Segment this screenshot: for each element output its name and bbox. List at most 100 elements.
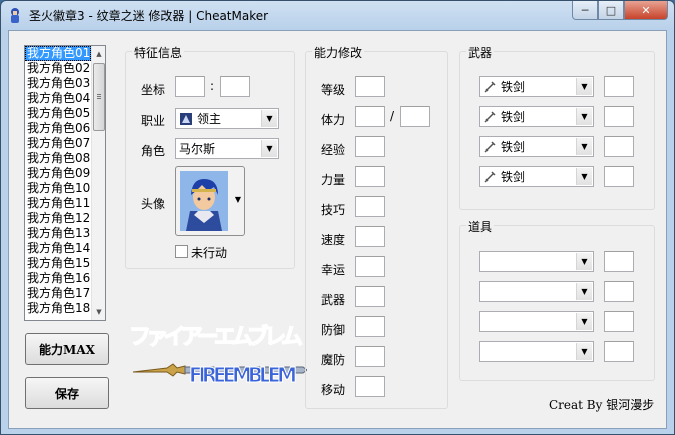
ability-input[interactable] — [355, 136, 385, 157]
item-select[interactable]: ▼ — [479, 251, 594, 272]
ability-input[interactable] — [355, 346, 385, 367]
chevron-down-icon[interactable]: ▼ — [576, 343, 592, 360]
ability-input[interactable] — [355, 376, 385, 397]
weapon-uses-input[interactable] — [604, 76, 634, 97]
ability-input[interactable] — [355, 256, 385, 277]
weapon-name: 铁剑 — [501, 110, 526, 124]
chevron-down-icon[interactable]: ▼ — [235, 195, 241, 204]
max-ability-button[interactable]: 能力MAX — [25, 333, 109, 365]
list-item[interactable]: 我方角色04 — [25, 91, 91, 106]
svg-text:FIREEMBLEM: FIREEMBLEM — [189, 363, 297, 387]
list-item[interactable]: 我方角色06 — [25, 121, 91, 136]
item-select[interactable]: ▼ — [479, 311, 594, 332]
chevron-down-icon[interactable]: ▼ — [576, 283, 592, 300]
item-uses-input[interactable] — [604, 281, 634, 302]
avatar-picker[interactable]: ▼ — [175, 166, 245, 236]
close-button[interactable]: ✕ — [624, 1, 668, 20]
maximize-button[interactable]: □ — [598, 1, 624, 20]
hp-separator: / — [390, 109, 395, 123]
ability-input[interactable] — [355, 166, 385, 187]
weapon-name: 铁剑 — [501, 140, 526, 154]
class-select[interactable]: 领主 ▼ — [175, 108, 279, 129]
item-select[interactable]: ▼ — [479, 341, 594, 362]
list-item[interactable]: 我方角色18 — [25, 301, 91, 316]
save-button[interactable]: 保存 — [25, 377, 109, 409]
list-item[interactable]: 我方角色12 — [25, 211, 91, 226]
abilities-group-title: 能力修改 — [312, 44, 365, 61]
weapon-select[interactable]: 铁剑 ▼ — [479, 136, 594, 157]
not-moved-label: 未行动 — [191, 246, 228, 260]
item-uses-input[interactable] — [604, 251, 634, 272]
ability-label: 魔防 — [321, 353, 346, 367]
traits-group-title: 特征信息 — [132, 44, 185, 61]
ability-input[interactable] — [355, 316, 385, 337]
app-window: 圣火徽章3 - 纹章之迷 修改器 | CheatMaker ─ □ ✕ 我方角色… — [0, 0, 675, 435]
ability-input[interactable] — [355, 286, 385, 307]
weapon-uses-input[interactable] — [604, 166, 634, 187]
list-item[interactable]: 我方角色02 — [25, 61, 91, 76]
chevron-down-icon[interactable]: ▼ — [576, 168, 592, 185]
ability-input[interactable] — [355, 226, 385, 247]
fire-emblem-logo: ファイアーエムブレム FIREEMBLEM — [128, 323, 307, 388]
list-item[interactable]: 我方角色05 — [25, 106, 91, 121]
coord-y-input[interactable] — [220, 76, 250, 97]
item-select[interactable]: ▼ — [479, 281, 594, 302]
sword-icon — [484, 80, 496, 93]
weapon-select[interactable]: 铁剑 ▼ — [479, 76, 594, 97]
scroll-down-icon[interactable]: ▼ — [93, 305, 105, 319]
chevron-down-icon[interactable]: ▼ — [261, 110, 277, 127]
avatar-label: 头像 — [141, 197, 166, 211]
weapon-select[interactable]: 铁剑 ▼ — [479, 166, 594, 187]
character-list[interactable]: 我方角色01 我方角色02 我方角色03 我方角色04 我方角色05 我方角色06 我方角色… — [24, 45, 106, 321]
list-item[interactable]: 我方角色17 — [25, 286, 91, 301]
list-item[interactable]: 我方角色16 — [25, 271, 91, 286]
ability-label: 移动 — [321, 383, 346, 397]
sword-icon — [484, 140, 496, 153]
app-icon — [11, 8, 19, 23]
weapon-uses-input[interactable] — [604, 106, 634, 127]
chevron-down-icon[interactable]: ▼ — [576, 108, 592, 125]
credit-text: Creat By 银河漫步 — [549, 398, 655, 412]
ability-input[interactable] — [355, 196, 385, 217]
lord-icon — [180, 112, 192, 125]
list-item[interactable]: 我方角色14 — [25, 241, 91, 256]
scroll-thumb[interactable] — [93, 63, 105, 131]
chevron-down-icon[interactable]: ▼ — [576, 78, 592, 95]
class-label: 职业 — [141, 114, 166, 128]
list-item[interactable]: 我方角色15 — [25, 256, 91, 271]
list-item[interactable]: 我方角色11 — [25, 196, 91, 211]
item-uses-input[interactable] — [604, 341, 634, 362]
list-item[interactable]: 我方角色07 — [25, 136, 91, 151]
weapon-select[interactable]: 铁剑 ▼ — [479, 106, 594, 127]
weapon-uses-input[interactable] — [604, 136, 634, 157]
list-item[interactable]: 我方角色09 — [25, 166, 91, 181]
ability-input[interactable] — [355, 76, 385, 97]
chevron-down-icon[interactable]: ▼ — [261, 140, 277, 157]
coord-x-input[interactable] — [175, 76, 205, 97]
max-hp-input[interactable] — [400, 106, 430, 127]
minimize-button[interactable]: ─ — [572, 1, 598, 20]
scroll-up-icon[interactable]: ▲ — [93, 47, 105, 61]
list-item[interactable]: 我方角色10 — [25, 181, 91, 196]
chevron-down-icon[interactable]: ▼ — [576, 253, 592, 270]
ability-label: 技巧 — [321, 203, 346, 217]
chevron-down-icon[interactable]: ▼ — [576, 313, 592, 330]
coord-label: 坐标 — [141, 83, 166, 97]
items-group-title: 道具 — [466, 218, 495, 235]
ability-label: 幸运 — [321, 263, 346, 277]
list-scrollbar[interactable]: ▲ ▼ — [91, 46, 105, 320]
ability-label: 体力 — [321, 113, 346, 127]
list-item[interactable]: 我方角色03 — [25, 76, 91, 91]
chevron-down-icon[interactable]: ▼ — [576, 138, 592, 155]
title-bar[interactable]: 圣火徽章3 - 纹章之迷 修改器 | CheatMaker ─ □ ✕ — [1, 1, 674, 31]
list-item[interactable]: 我方角色01 — [25, 46, 91, 61]
not-moved-checkbox[interactable] — [175, 245, 188, 258]
list-item[interactable]: 我方角色08 — [25, 151, 91, 166]
character-select[interactable]: 马尔斯 ▼ — [175, 138, 279, 159]
character-value: 马尔斯 — [179, 142, 216, 156]
list-item[interactable]: 我方角色13 — [25, 226, 91, 241]
ability-label: 经验 — [321, 143, 346, 157]
item-uses-input[interactable] — [604, 311, 634, 332]
ability-input[interactable] — [355, 106, 385, 127]
ability-label: 力量 — [321, 173, 346, 187]
